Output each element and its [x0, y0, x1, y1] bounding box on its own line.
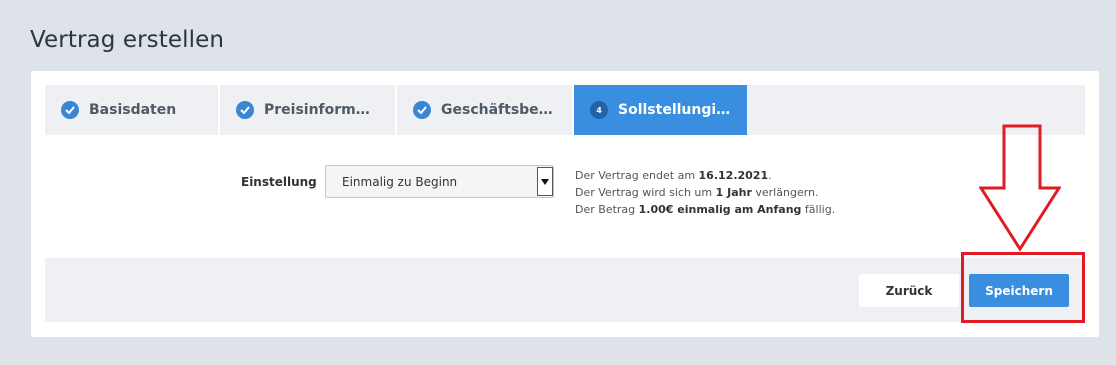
dropdown-arrow-icon[interactable]	[537, 167, 553, 196]
wizard-tabs: Basisdaten Preisinform… Geschäftsbe… 4 S…	[45, 85, 1085, 135]
info-line-renewal: Der Vertrag wird sich um 1 Jahr verlänge…	[575, 186, 819, 199]
tab-label: Geschäftsbe…	[441, 102, 553, 118]
step-number-badge: 4	[590, 101, 608, 119]
einstellung-select[interactable]: Einmalig zu Beginn	[325, 165, 554, 198]
check-icon	[413, 101, 431, 119]
tab-label: Preisinform…	[264, 102, 370, 118]
wizard-card: Basisdaten Preisinform… Geschäftsbe… 4 S…	[31, 71, 1099, 337]
info-line-amount: Der Betrag 1.00€ einmalig am Anfang fäll…	[575, 203, 836, 216]
check-icon	[236, 101, 254, 119]
annotation-arrow-icon	[979, 124, 1061, 252]
tab-label: Sollstellungi…	[618, 102, 731, 118]
check-icon	[61, 101, 79, 119]
info-line-end-date: Der Vertrag endet am 16.12.2021.	[575, 169, 772, 182]
annotation-highlight-box	[961, 252, 1085, 323]
select-value: Einmalig zu Beginn	[342, 174, 458, 189]
contract-info: Der Vertrag endet am 16.12.2021. Der Ver…	[575, 167, 835, 218]
tab-sollstellung[interactable]: 4 Sollstellungi…	[574, 85, 747, 135]
wizard-footer: Zurück Speichern	[45, 258, 1085, 322]
einstellung-label: Einstellung	[241, 175, 317, 189]
tab-label: Basisdaten	[89, 102, 177, 118]
tab-preisinformationen[interactable]: Preisinform…	[220, 85, 397, 135]
tab-basisdaten[interactable]: Basisdaten	[45, 85, 220, 135]
tab-geschaeftsbedingungen[interactable]: Geschäftsbe…	[397, 85, 574, 135]
page-title: Vertrag erstellen	[30, 27, 224, 53]
back-button[interactable]: Zurück	[859, 274, 959, 307]
